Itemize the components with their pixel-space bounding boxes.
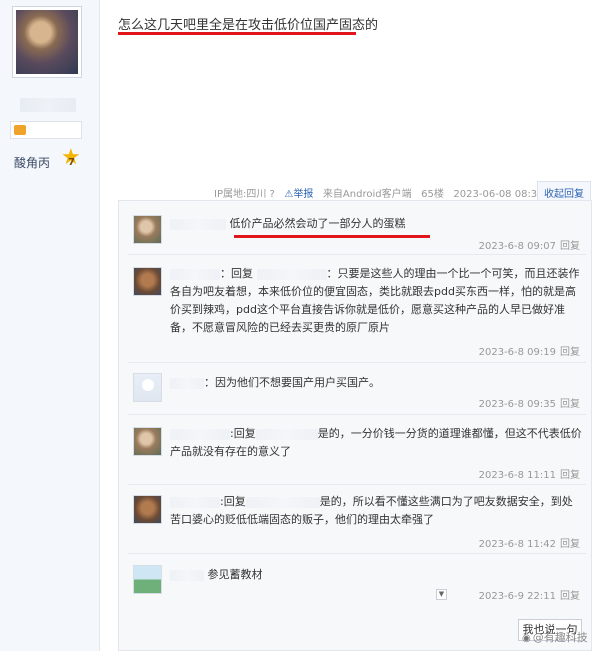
watermark-text: @有趣科技 (532, 631, 588, 644)
reply-button[interactable]: 回复 (560, 591, 580, 602)
level-star-icon: ★ 7 (61, 147, 83, 169)
username-redacted[interactable] (170, 218, 226, 230)
reply-button[interactable]: 回复 (560, 241, 580, 252)
reply-button[interactable]: 回复 (560, 399, 580, 410)
reply-date: 2023-6-8 11:42 (478, 539, 556, 550)
reply-item: ：回复 ：只要是这些人的理由一个比一个可笑，而且还装作各自为吧友着想，本来低价位… (130, 265, 586, 358)
reply-colon: ： (220, 267, 231, 280)
reply-avatar[interactable] (133, 215, 162, 244)
reply-meta: 2023-6-8 09:07 回复 (475, 237, 580, 252)
user-sidebar: 酸角丙 ★ 7 (0, 0, 100, 651)
reply-date: 2023-6-8 09:35 (478, 399, 556, 410)
reply-item: ：因为他们不想要国产用户买国产。 2023-6-8 09:35 回复 (130, 371, 586, 411)
reply-button[interactable]: 回复 (560, 347, 580, 358)
reply-button[interactable]: 回复 (560, 539, 580, 550)
reply-date: 2023-6-8 09:07 (478, 241, 556, 252)
reply-divider (128, 254, 586, 255)
reply-avatar[interactable] (133, 495, 162, 524)
username-redacted[interactable] (170, 496, 220, 508)
reply-button[interactable]: 回复 (560, 470, 580, 481)
poster-name-redacted (20, 98, 76, 112)
reply-to-redacted[interactable] (245, 496, 320, 508)
username-redacted[interactable] (170, 569, 204, 581)
post-content: 怎么这几天吧里全是在攻击低价位国产固态的 (118, 18, 379, 33)
reply-meta: 2023-6-8 09:35 回复 (475, 395, 580, 410)
reply-meta: 2023-6-9 22:11 回复 (475, 587, 580, 602)
username-redacted[interactable] (170, 377, 204, 389)
watermark: ◉ @有趣科技 (522, 629, 588, 645)
highlight-underline (118, 32, 356, 35)
reply-colon: ： (326, 267, 338, 280)
level-number: 7 (68, 157, 75, 168)
reply-meta: 2023-6-8 11:11 回复 (475, 466, 580, 481)
weibo-icon: ◉ (522, 633, 531, 644)
help-icon[interactable]: ? (270, 189, 275, 200)
reply-item: 参见蓄教材 2023-6-9 22:11 回复 (130, 563, 586, 603)
reply-to-redacted[interactable] (256, 268, 327, 280)
reply-prefix: 回复 (231, 267, 253, 280)
reply-prefix: 回复 (233, 427, 256, 440)
reply-prefix: 回复 (223, 495, 246, 508)
reply-divider (128, 553, 586, 554)
poster-badge (10, 121, 82, 139)
reply-divider (128, 362, 586, 363)
poster-avatar[interactable] (12, 6, 82, 78)
reply-item: :回复 是的，所以看不懂这些满口为了吧友数据安全，到处苦口婆心的贬低低端固态的贩子… (130, 493, 586, 550)
report-link[interactable]: 举报 (293, 189, 313, 200)
reply-text: 因为他们不想要国产用户买国产。 (215, 376, 380, 389)
reply-date: 2023-6-8 11:11 (478, 470, 556, 481)
reply-divider (128, 484, 586, 485)
reply-date: 2023-6-9 22:11 (478, 591, 556, 602)
reply-avatar[interactable] (133, 267, 162, 296)
post-meta: IP属地:四川 ? ⚠举报 来自Android客户端 65楼 2023-06-0… (214, 185, 544, 200)
username-redacted[interactable] (170, 428, 230, 440)
reply-colon: ： (204, 376, 215, 389)
reply-item: :回复 是的，一分价钱一分货的道理谁都懂，但这不代表低价产品就没有存在的意义了 2… (130, 425, 586, 481)
floor-number: 65楼 (421, 189, 444, 200)
reply-meta: 2023-6-8 11:42 回复 (475, 535, 580, 550)
reply-to-redacted[interactable] (255, 428, 318, 440)
reply-text: 参见蓄教材 (207, 568, 263, 581)
reply-date: 2023-6-8 09:19 (478, 347, 556, 358)
reply-text: 低价产品必然会动了一部分人的蛋糕 (229, 217, 406, 230)
reply-avatar[interactable] (133, 427, 162, 456)
more-dropdown-button[interactable]: ▼ (436, 589, 447, 600)
username-redacted[interactable] (170, 268, 220, 280)
highlight-underline (234, 235, 430, 238)
post-datetime: 2023-06-08 08:39 (453, 189, 544, 200)
reply-avatar[interactable] (133, 565, 162, 594)
reply-meta: 2023-6-8 09:19 回复 (475, 343, 580, 358)
ip-location: IP属地:四川 (214, 189, 267, 200)
forum-level-name[interactable]: 酸角丙 (14, 154, 50, 171)
reply-item: 低价产品必然会动了一部分人的蛋糕 2023-6-8 09:07 回复 (130, 213, 586, 253)
client-source: 来自Android客户端 (322, 189, 412, 200)
badge-gem-icon (14, 125, 26, 135)
reply-divider (128, 414, 586, 415)
reply-avatar[interactable] (133, 373, 162, 402)
collapse-replies-button[interactable]: 收起回复 (537, 181, 591, 201)
